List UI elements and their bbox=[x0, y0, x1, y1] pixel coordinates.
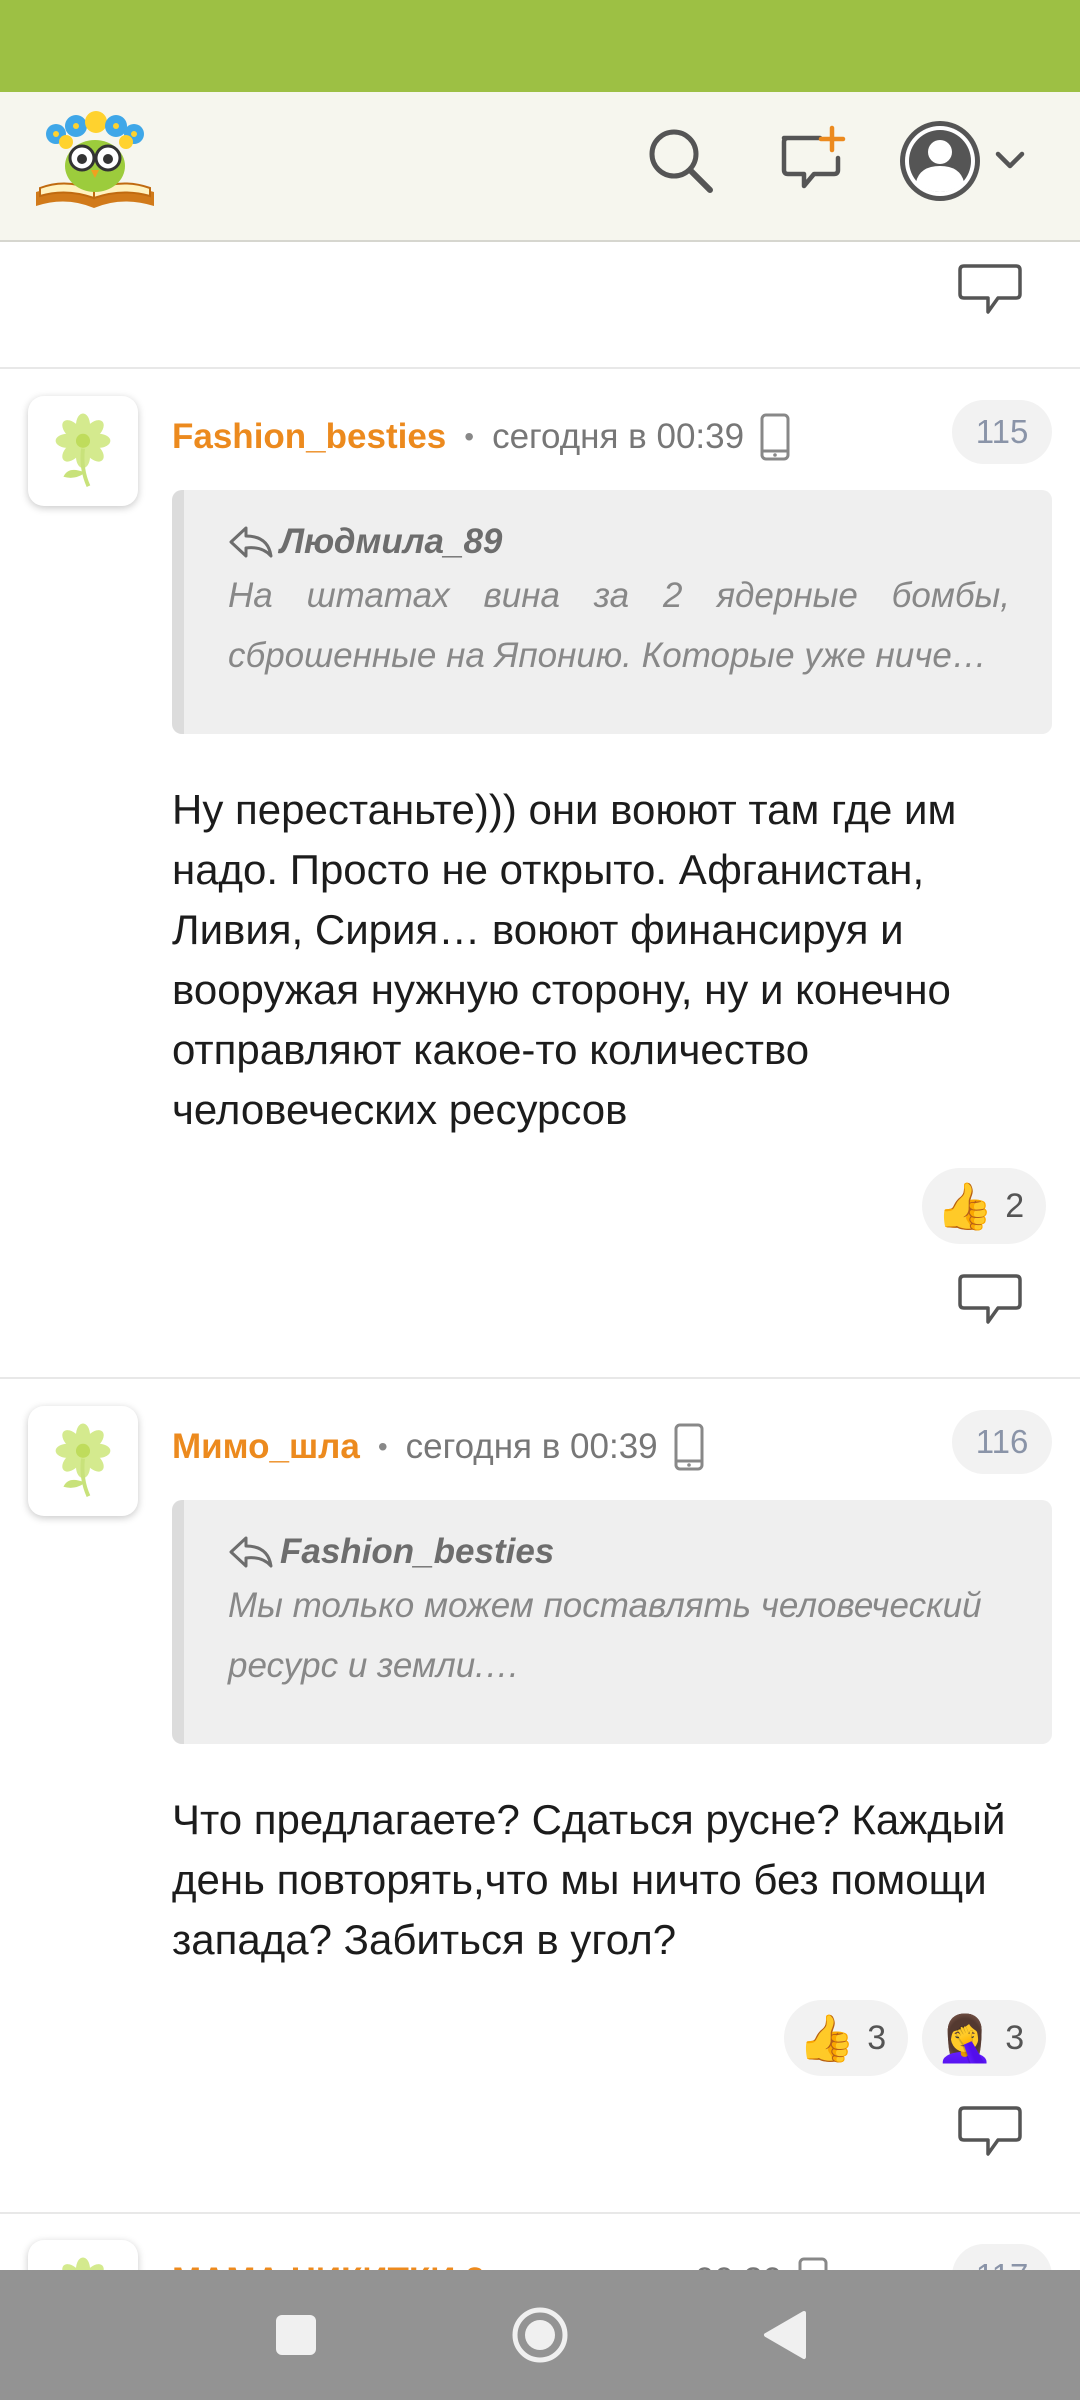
comment-number[interactable]: 116 bbox=[952, 1410, 1052, 1474]
search-button[interactable] bbox=[640, 120, 720, 200]
author-name[interactable]: Мимо_шла bbox=[172, 1427, 360, 1467]
quote-text: Мы только можем поставлять человеческий … bbox=[228, 1586, 982, 1685]
flower-avatar-icon bbox=[40, 1413, 126, 1509]
reply-button[interactable] bbox=[958, 1272, 1022, 1328]
quote-author: Fashion_besties bbox=[280, 1532, 555, 1571]
reaction-like[interactable]: 👍 3 bbox=[784, 2000, 909, 2076]
comment-meta: Fashion_besties • сегодня в 00:39 bbox=[172, 412, 790, 462]
avatar[interactable] bbox=[28, 1406, 138, 1516]
author-name[interactable]: Fashion_besties bbox=[172, 417, 446, 457]
reaction-facepalm[interactable]: 🤦‍♀️ 3 bbox=[922, 2000, 1047, 2076]
thumbs-up-icon: 👍 bbox=[936, 1179, 994, 1232]
author-name[interactable]: МАМА НИКИТКИ 2 bbox=[172, 2261, 485, 2270]
separator bbox=[0, 367, 1080, 369]
comment-item: Мимо_шла • сегодня в 00:39 116 Fashion_b… bbox=[0, 1380, 1080, 2200]
thumbs-up-icon: 👍 bbox=[798, 2011, 856, 2064]
owl-book-logo-icon[interactable] bbox=[30, 106, 160, 216]
comment-text: Ну перестаньте))) они воюют там где им н… bbox=[172, 786, 957, 1133]
quoted-comment[interactable]: Fashion_besties Мы только можем поставля… bbox=[172, 1500, 1052, 1744]
quoted-comment[interactable]: Людмила_89 На штатах вина за 2 ядерные б… bbox=[172, 490, 1052, 734]
reply-arrow-icon bbox=[228, 524, 274, 560]
comment-number[interactable]: 115 bbox=[952, 400, 1052, 464]
new-message-plus-icon bbox=[781, 125, 846, 189]
system-nav-bar bbox=[0, 2270, 1080, 2400]
facepalm-icon: 🤦‍♀️ bbox=[936, 2011, 994, 2064]
reaction-count: 3 bbox=[1005, 2018, 1025, 2057]
comment-item: МАМА НИКИТКИ 2 • сегодня в 00:39 117 bbox=[0, 2214, 1080, 2270]
back-button[interactable] bbox=[744, 2295, 824, 2375]
avatar[interactable] bbox=[28, 2240, 138, 2270]
flower-avatar-icon bbox=[40, 403, 126, 499]
separator-dot: • bbox=[464, 421, 475, 452]
comment-text: Что предлагаете? Сдаться русне? Каждый д… bbox=[172, 1796, 1006, 1963]
comments-feed[interactable]: Fashion_besties • сегодня в 00:39 115 Лю… bbox=[0, 242, 1080, 2270]
quote-header: Людмила_89 bbox=[228, 522, 1010, 562]
quote-text: На штатах вина за 2 ядерные бомбы, сброш… bbox=[228, 576, 1010, 675]
circle-home-icon bbox=[512, 2307, 568, 2363]
quote-author: Людмила_89 bbox=[280, 522, 503, 561]
app-header bbox=[0, 92, 1080, 242]
square-recents-icon bbox=[276, 2315, 316, 2355]
comment-meta: Мимо_шла • сегодня в 00:39 bbox=[172, 1422, 704, 1472]
comment-meta: МАМА НИКИТКИ 2 • сегодня в 00:39 bbox=[172, 2256, 828, 2270]
avatar[interactable] bbox=[28, 396, 138, 506]
profile-menu-button[interactable] bbox=[898, 116, 1038, 206]
comment-number[interactable]: 117 bbox=[952, 2244, 1052, 2270]
reaction-like[interactable]: 👍 2 bbox=[922, 1168, 1047, 1244]
reply-arrow-icon bbox=[228, 1534, 274, 1570]
separator-dot: • bbox=[377, 1431, 388, 1462]
comment-item: Fashion_besties • сегодня в 00:39 115 Лю… bbox=[0, 370, 1080, 1250]
reply-button[interactable] bbox=[958, 2104, 1022, 2160]
mobile-device-icon bbox=[760, 413, 790, 461]
home-button[interactable] bbox=[500, 2295, 580, 2375]
mobile-device-icon bbox=[674, 1423, 704, 1471]
reply-button[interactable] bbox=[958, 262, 1022, 318]
recents-button[interactable] bbox=[256, 2295, 336, 2375]
timestamp: сегодня в 00:39 bbox=[405, 1427, 658, 1466]
triangle-back-icon bbox=[764, 2311, 806, 2359]
status-bar bbox=[0, 0, 1080, 92]
reaction-count: 3 bbox=[867, 2018, 887, 2057]
chevron-down-icon bbox=[995, 151, 1025, 169]
flower-avatar-icon bbox=[40, 2247, 126, 2270]
timestamp: сегодня в 00:39 bbox=[530, 2261, 782, 2270]
timestamp: сегодня в 00:39 bbox=[492, 417, 745, 456]
new-post-button[interactable] bbox=[772, 120, 852, 200]
reaction-count: 2 bbox=[1005, 1186, 1025, 1225]
separator bbox=[0, 1377, 1080, 1379]
search-icon bbox=[649, 129, 713, 193]
mobile-device-icon bbox=[798, 2257, 828, 2270]
user-avatar-icon bbox=[900, 121, 980, 201]
quote-header: Fashion_besties bbox=[228, 1532, 1010, 1572]
